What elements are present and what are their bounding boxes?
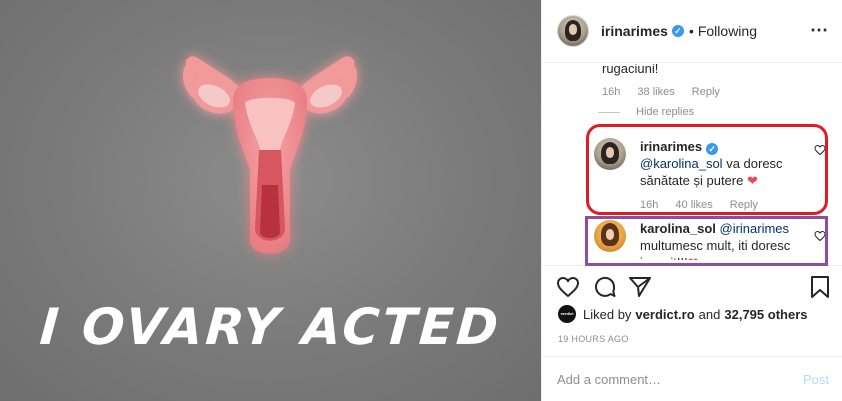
post-button[interactable]: Post: [803, 372, 829, 387]
comment-text: rugaciuni!: [602, 64, 659, 76]
bookmark-icon[interactable]: [809, 275, 831, 299]
highlight-box-purple: [585, 216, 828, 266]
post-timestamp[interactable]: 19 HOURS AGO: [558, 334, 629, 344]
header-separator: •: [688, 23, 694, 39]
hide-replies-label: Hide replies: [636, 106, 695, 118]
comment-likes[interactable]: 38 likes: [637, 86, 674, 98]
post-header: irinarimes ✓ • Following ⋯: [542, 0, 842, 63]
liked-by-label: Liked by: [583, 306, 632, 322]
heart-icon[interactable]: [556, 275, 580, 299]
header-username[interactable]: irinarimes: [601, 23, 668, 39]
and-label: and: [698, 306, 721, 322]
post-image[interactable]: I OVARY ACTED: [0, 0, 541, 401]
divider: [598, 111, 620, 113]
comment-meta: 16h 38 likes Reply: [602, 86, 734, 98]
liker-username[interactable]: verdict.ro: [635, 307, 694, 322]
add-comment-bar: Post: [542, 356, 842, 401]
avatar[interactable]: [557, 15, 589, 47]
following-button[interactable]: Following: [698, 23, 757, 39]
action-bar: [542, 265, 842, 305]
comment-time: 16h: [602, 86, 621, 98]
avatar[interactable]: verdict: [558, 305, 576, 323]
image-caption-text: I OVARY ACTED: [38, 298, 503, 356]
likes-summary: verdict Liked by verdict.ro and 32,795 o…: [558, 305, 811, 323]
verified-icon: ✓: [671, 25, 684, 37]
others-count-link[interactable]: 32,795 others: [724, 307, 807, 322]
more-icon[interactable]: ⋯: [810, 20, 829, 41]
reply-button[interactable]: Reply: [692, 86, 720, 98]
share-icon[interactable]: [628, 275, 652, 299]
hide-replies-button[interactable]: Hide replies: [598, 106, 694, 118]
comment-icon[interactable]: [593, 275, 617, 299]
highlight-box-red: [586, 124, 828, 215]
comment-input[interactable]: [557, 371, 787, 387]
